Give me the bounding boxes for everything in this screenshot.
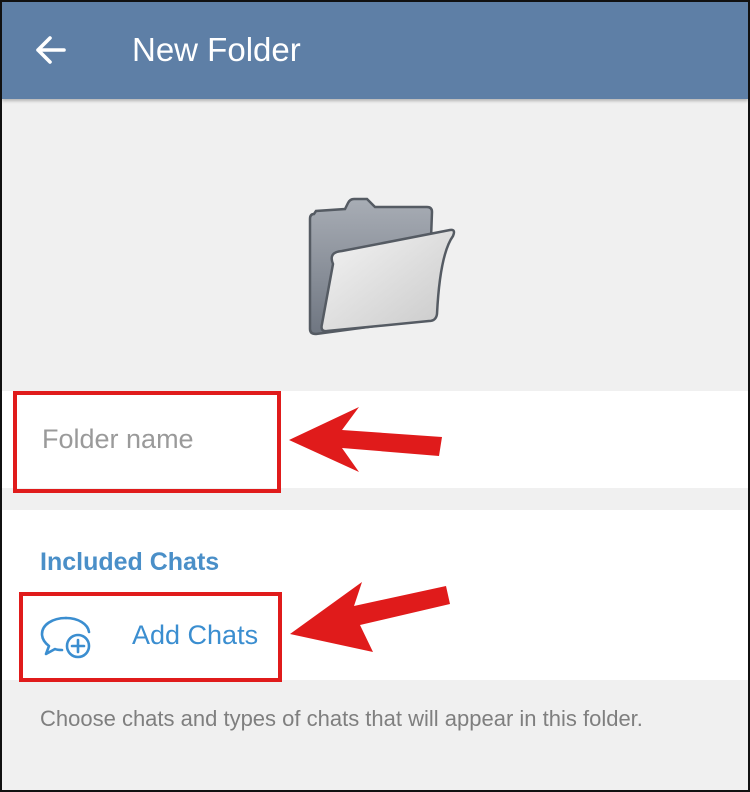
folder-illustration-area [2, 99, 748, 391]
annotation-arrow-folder-name [289, 407, 442, 472]
screen: New Folder Included Chats [0, 0, 750, 792]
included-chats-hint: Choose chats and types of chats that wil… [40, 706, 643, 731]
folder-open-icon [308, 197, 456, 336]
back-button[interactable] [24, 26, 76, 74]
arrow-left-icon [36, 36, 66, 64]
page-title: New Folder [132, 31, 301, 68]
annotation-arrow-add-chats [290, 582, 450, 652]
app-bar: New Folder [2, 2, 748, 99]
section-header-included-chats: Included Chats [40, 548, 220, 576]
highlight-box-add-chats [19, 592, 282, 682]
highlight-box-folder-name [13, 391, 281, 493]
